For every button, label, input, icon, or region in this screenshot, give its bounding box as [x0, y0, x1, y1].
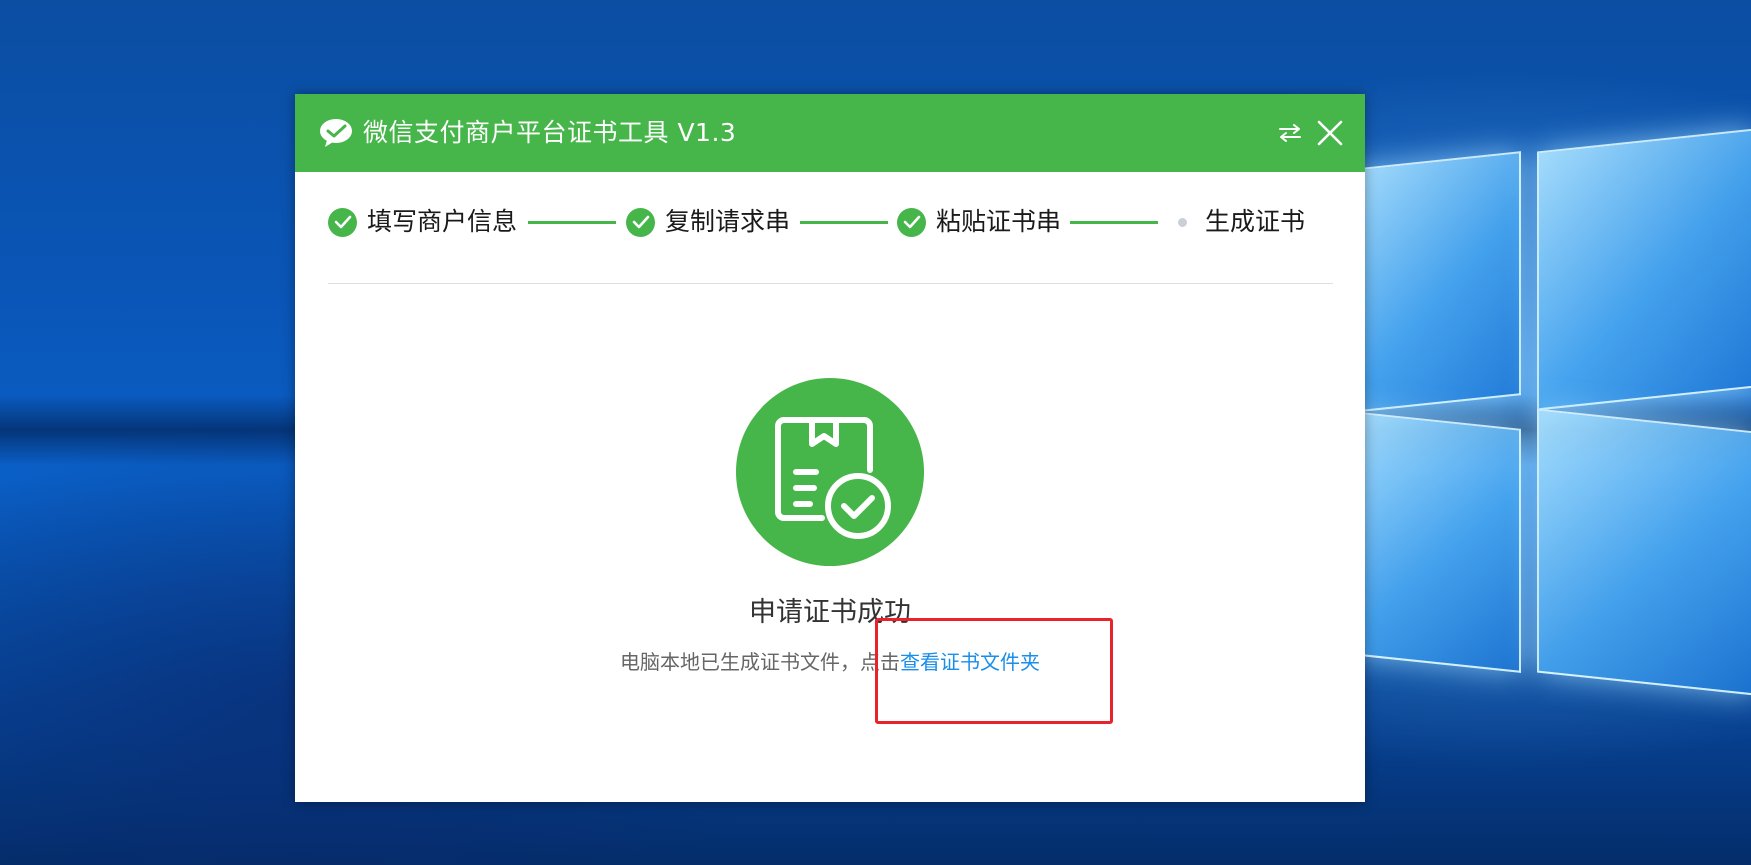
step-dot-icon — [1178, 218, 1187, 227]
divider — [328, 283, 1333, 284]
step-label: 填写商户信息 — [367, 207, 518, 236]
success-title: 申请证书成功 — [749, 597, 911, 628]
step-copy-request: 复制请求串 — [626, 204, 790, 240]
switch-icon[interactable] — [1273, 116, 1307, 150]
step-connector — [800, 221, 888, 224]
check-circle-icon — [328, 207, 357, 237]
step-label: 复制请求串 — [665, 207, 791, 236]
windows-logo — [1352, 120, 1751, 760]
check-circle-icon — [626, 207, 655, 237]
wechat-pay-logo-icon — [319, 118, 353, 148]
progress-steps: 填写商户信息 复制请求串 粘贴证书串 生成证书 — [328, 204, 1338, 240]
step-connector — [528, 221, 616, 224]
step-label: 粘贴证书串 — [936, 207, 1062, 236]
success-description: 电脑本地已生成证书文件，点击查看证书文件夹 — [295, 648, 1365, 676]
step-label: 生成证书 — [1205, 207, 1306, 236]
step-fill-merchant-info: 填写商户信息 — [328, 204, 517, 240]
window-title: 微信支付商户平台证书工具 V1.3 — [363, 118, 737, 147]
step-generate-certificate: 生成证书 — [1205, 204, 1305, 240]
step-connector — [1070, 221, 1158, 224]
title-bar[interactable]: 微信支付商户平台证书工具 V1.3 — [295, 94, 1365, 172]
certificate-success-icon — [736, 378, 924, 566]
step-paste-certificate: 粘贴证书串 — [897, 204, 1061, 240]
description-text: 电脑本地已生成证书文件，点击 — [620, 650, 900, 674]
certificate-tool-dialog: 微信支付商户平台证书工具 V1.3 填写商户信息 复制请求串 粘贴证书串 生成证… — [295, 94, 1365, 802]
check-circle-icon — [897, 207, 926, 237]
close-icon[interactable] — [1313, 116, 1347, 150]
view-certificate-folder-link[interactable]: 查看证书文件夹 — [900, 650, 1040, 674]
